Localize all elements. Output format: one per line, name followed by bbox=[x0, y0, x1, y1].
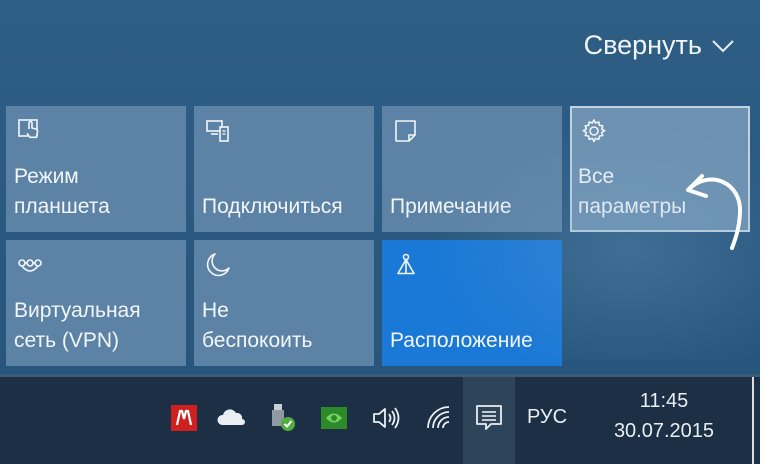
chevron-down-icon bbox=[712, 39, 734, 52]
tile-tablet-mode[interactable]: Режим планшета bbox=[6, 106, 186, 232]
collapse-label: Свернуть bbox=[583, 30, 702, 60]
clock-date: 30.07.2015 bbox=[613, 420, 715, 442]
show-desktop-divider bbox=[752, 377, 754, 464]
action-center-panel: Свернуть Режим планшета Подключиться При… bbox=[0, 0, 760, 374]
connect-icon bbox=[206, 120, 229, 142]
tile-label: Не беспокоить bbox=[202, 299, 313, 352]
collapse-button[interactable]: Свернуть bbox=[584, 30, 734, 61]
tile-label: Режим планшета bbox=[14, 165, 110, 218]
tile-label: Виртуальная сеть (VPN) bbox=[14, 299, 141, 352]
tile-vpn[interactable]: Виртуальная сеть (VPN) bbox=[6, 240, 186, 366]
location-icon bbox=[397, 253, 415, 275]
clock-time: 11:45 bbox=[639, 390, 689, 412]
volume-icon[interactable] bbox=[370, 402, 402, 434]
usb-device-icon[interactable] bbox=[266, 402, 298, 434]
tablet-mode-icon bbox=[18, 119, 39, 139]
tile-label: Примечание bbox=[390, 195, 512, 218]
adobe-icon[interactable] bbox=[168, 402, 200, 434]
tile-note[interactable]: Примечание bbox=[382, 106, 562, 232]
note-icon bbox=[395, 120, 416, 142]
tile-connect[interactable]: Подключиться bbox=[194, 106, 374, 232]
vpn-icon bbox=[18, 259, 42, 272]
taskbar: РУС 11:45 30.07.2015 bbox=[0, 374, 760, 464]
onedrive-icon[interactable] bbox=[215, 402, 247, 434]
moon-icon bbox=[206, 253, 230, 277]
gear-icon bbox=[582, 119, 606, 143]
clock[interactable]: 11:45 30.07.2015 bbox=[604, 386, 724, 446]
notification-icon[interactable] bbox=[473, 402, 505, 434]
tile-label: Расположение bbox=[390, 329, 533, 352]
tile-location[interactable]: Расположение bbox=[382, 240, 562, 366]
tile-do-not-disturb[interactable]: Не беспокоить bbox=[194, 240, 374, 366]
tile-label: Подключиться bbox=[202, 195, 343, 218]
wifi-icon[interactable] bbox=[423, 402, 455, 434]
tile-label: Все параметры bbox=[578, 165, 687, 218]
tile-all-settings[interactable]: Все параметры bbox=[570, 106, 750, 232]
language-indicator[interactable]: РУС bbox=[527, 406, 567, 429]
nvidia-icon[interactable] bbox=[318, 402, 350, 434]
